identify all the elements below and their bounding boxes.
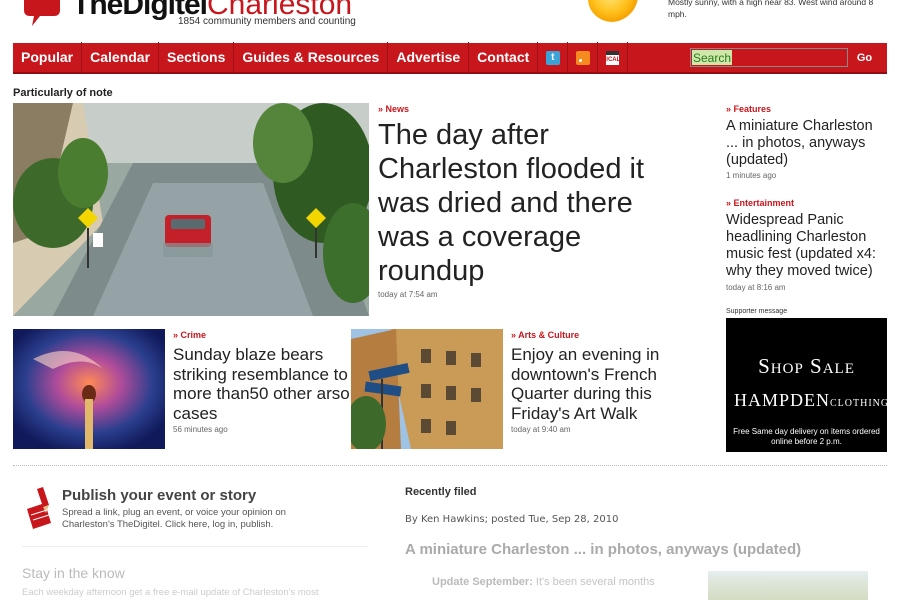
main-story-image[interactable] [13,103,369,316]
recent-update-body: It's been several months [532,576,655,588]
search-input[interactable] [690,48,848,67]
main-story-headline[interactable]: The day after Charleston flooded it was … [378,118,678,288]
weather-forecast: Mostly sunny, with a high near 83. West … [668,0,874,19]
nav-popular[interactable]: Popular [13,42,83,73]
pencil-icon [27,487,51,529]
entertainment-category[interactable]: Entertainment [726,198,795,208]
twitter-link[interactable]: t [538,42,569,73]
arts-story-category[interactable]: Arts & Culture [511,330,579,340]
features-category[interactable]: Features [726,104,772,114]
lower-divider [22,546,368,547]
ad-headline: Shop Sale [758,354,855,378]
recently-filed-label: Recently filed [405,486,477,498]
search-go-button[interactable]: Go [851,47,878,68]
supporter-message-label: Supporter message [726,308,788,315]
recent-update-label: Update September: [432,576,533,588]
recent-byline: By Ken Hawkins; posted Tue, Sep 28, 2010 [405,514,619,525]
stay-in-the-know-description: Each weekday afternoon get a free e-mail… [22,587,319,598]
sunny-weather-icon [588,0,638,22]
rss-link[interactable] [568,42,599,73]
crime-story-image[interactable] [13,329,165,449]
recent-article-title[interactable]: A miniature Charleston ... in photos, an… [405,541,801,558]
features-headline[interactable]: A miniature Charleston ... in photos, an… [726,118,886,169]
main-story-time: today at 7:54 am [378,290,438,299]
french-quarter-street-photo [351,329,503,449]
ad-brand-name: HAMPDEN [734,390,831,410]
ical-link[interactable]: ICAL [598,42,629,73]
recent-update-text: Update September: It's been several mont… [432,576,655,588]
arts-story-time: today at 9:40 am [511,425,571,434]
crime-story-category[interactable]: Crime [173,330,207,340]
entertainment-headline[interactable]: Widespread Panic headlining Charleston m… [726,212,886,280]
features-time: 1 minutes ago [726,171,777,180]
recent-article-thumbnail[interactable] [708,571,868,600]
publish-title[interactable]: Publish your event or story [62,487,256,504]
arts-story-headline[interactable]: Enjoy an evening in downtown's French Qu… [511,345,711,423]
nav-contact[interactable]: Contact [469,42,539,73]
nav-guides-resources[interactable]: Guides & Resources [234,42,389,73]
flooded-street-photo [13,103,369,316]
member-count-tagline: 1854 community members and counting [178,16,356,27]
burning-match-photo [13,329,165,449]
nav-advertise[interactable]: Advertise [388,42,470,73]
publish-description: Spread a link, plug an event, or voice y… [62,507,286,530]
twitter-icon: t [545,50,560,65]
hampden-ad[interactable]: Shop Sale HAMPDENCLOTHING Free Same day … [726,318,889,452]
crime-story-headline[interactable]: Sunday blaze bears striking resemblance … [173,345,373,423]
nav-sections[interactable]: Sections [159,42,235,73]
crime-story-time: 56 minutes ago [173,425,228,434]
stay-in-the-know-title: Stay in the know [22,565,125,581]
nav-calendar[interactable]: Calendar [82,42,160,73]
logo-icon [24,0,60,26]
section-heading: Particularly of note [13,87,113,99]
main-story-category[interactable]: News [378,104,410,114]
ad-brand-suffix: CLOTHING [830,398,890,409]
rss-icon [575,50,590,65]
entertainment-time: today at 8:16 am [726,283,786,292]
ical-icon: ICAL [606,50,620,65]
section-divider [13,465,887,466]
arts-story-image[interactable] [351,329,503,449]
ad-delivery-text: Free Same day delivery on items ordered … [733,427,880,446]
ad-brand: HAMPDENCLOTHING [734,390,889,411]
